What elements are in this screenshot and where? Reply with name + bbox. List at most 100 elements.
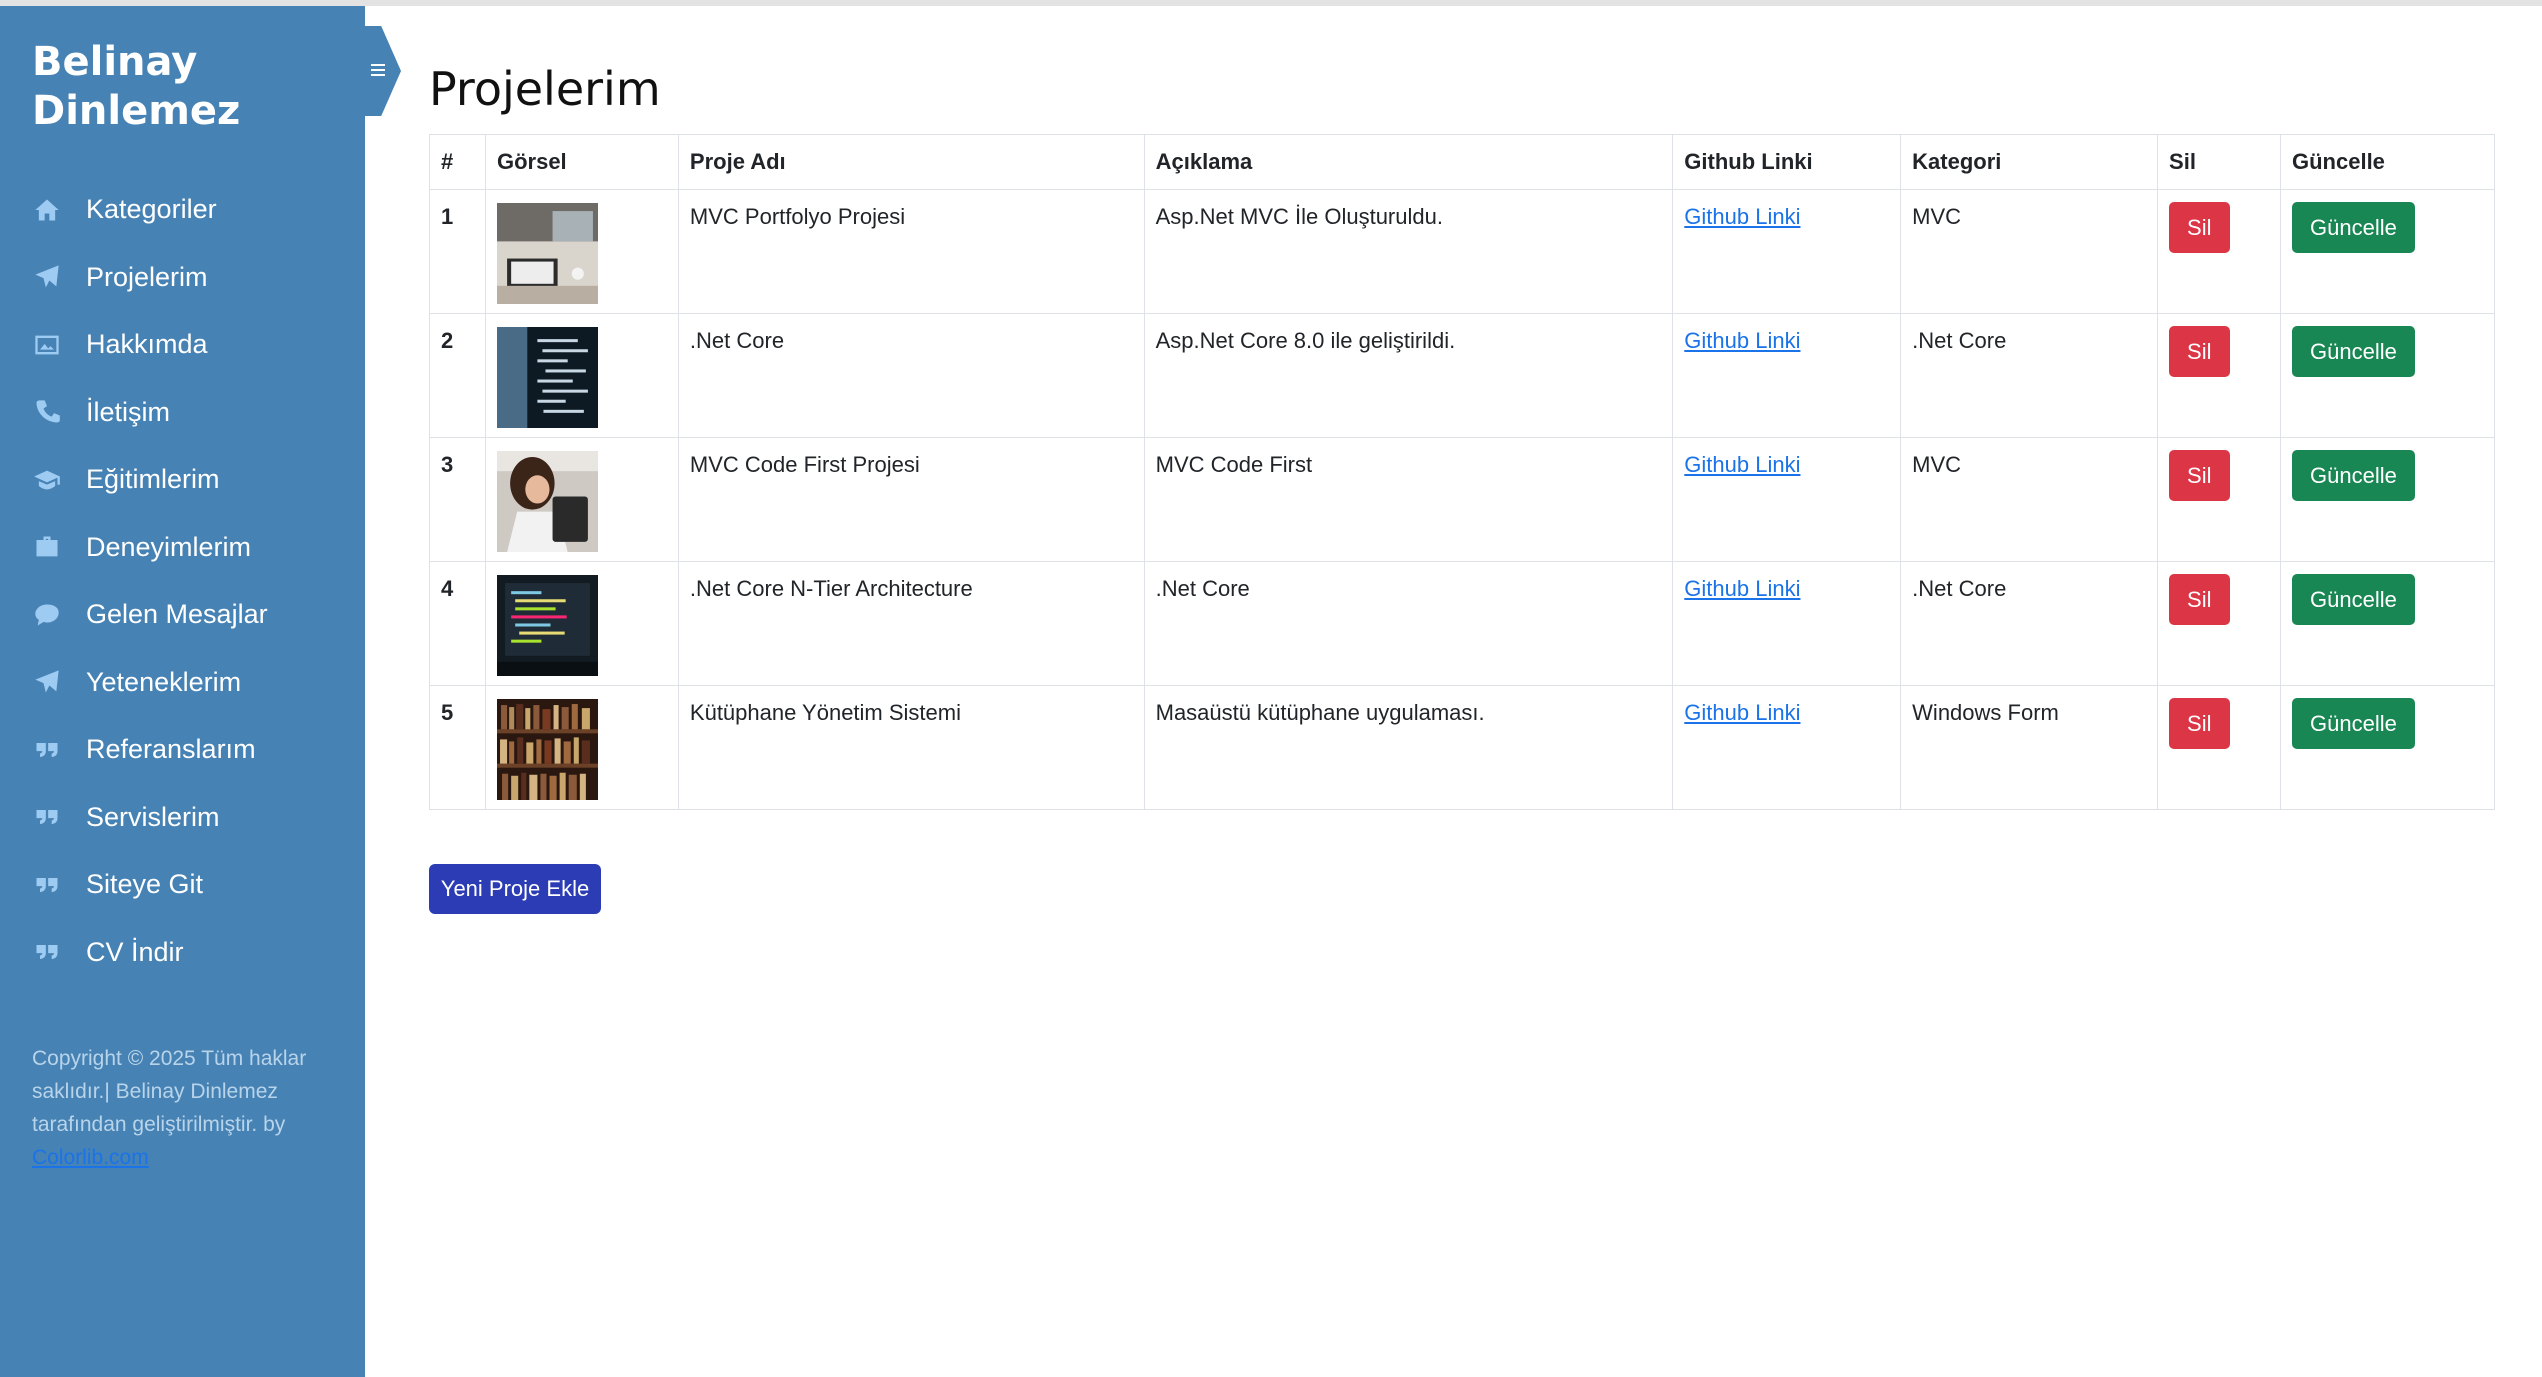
sidebar-item-gelen-mesajlar[interactable]: Gelen Mesajlar [0, 581, 365, 649]
sidebar-item-kategoriler[interactable]: Kategoriler [0, 176, 365, 244]
table-row: 3 MVC Code First Projesi MVC Code First … [429, 437, 2495, 562]
row-number: 1 [429, 189, 486, 314]
top-border [0, 0, 2542, 6]
col-header-update: Güncelle [2280, 134, 2495, 190]
brand-title[interactable]: Belinay Dinlemez [32, 38, 332, 136]
sidebar-item-label: Referanslarım [86, 734, 256, 765]
delete-button[interactable]: Sil [2169, 326, 2230, 377]
col-header-category: Kategori [1900, 134, 2159, 190]
page-title: Projelerim [429, 62, 661, 116]
phone-icon [32, 397, 62, 427]
row-image-cell [484, 313, 679, 438]
sidebar-item-label: Kategoriler [86, 194, 217, 225]
project-name: .Net Core [677, 313, 1145, 438]
project-category: MVC [1900, 189, 2159, 314]
update-button[interactable]: Güncelle [2292, 574, 2415, 625]
quote-icon [32, 870, 62, 900]
project-description: Asp.Net MVC İle Oluşturuldu. [1143, 189, 1674, 314]
table-header-row: # Görsel Proje Adı Açıklama Github Linki… [429, 134, 2495, 190]
sidebar-item-label: Deneyimlerim [86, 531, 252, 562]
sidebar-item-siteye-git[interactable]: Siteye Git [0, 851, 365, 919]
table-row: 4 .Net Core N-Tier Architecture .Net Cor… [429, 561, 2495, 686]
sidebar-item-label: Siteye Git [86, 869, 204, 900]
menu-icon [371, 64, 385, 76]
row-number: 5 [429, 685, 486, 810]
sidebar-item-label: Servislerim [86, 801, 220, 832]
col-header-delete: Sil [2157, 134, 2281, 190]
github-link[interactable]: Github Linki [1684, 700, 1800, 725]
add-project-button[interactable]: Yeni Proje Ekle [429, 864, 601, 914]
update-button[interactable]: Güncelle [2292, 450, 2415, 501]
quote-icon [32, 802, 62, 832]
row-image-cell [484, 437, 679, 562]
quote-icon [32, 937, 62, 967]
desk-laptop-photo [496, 203, 598, 304]
github-link[interactable]: Github Linki [1684, 204, 1800, 229]
sidebar: Belinay Dinlemez Kategoriler Projelerim … [0, 6, 365, 1377]
sidebar-item-label: Projelerim [86, 261, 208, 292]
update-button[interactable]: Güncelle [2292, 698, 2415, 749]
github-link[interactable]: Github Linki [1684, 452, 1800, 477]
colorlib-link[interactable]: Colorlib.com [32, 1146, 149, 1169]
image-icon [32, 330, 62, 360]
sidebar-item-label: Hakkımda [86, 329, 208, 360]
sidebar-item-cv-indir[interactable]: CV İndir [0, 919, 365, 987]
sidebar-item-referanslarim[interactable]: Referanslarım [0, 716, 365, 784]
sidebar-item-egitimlerim[interactable]: Eğitimlerim [0, 446, 365, 514]
github-link[interactable]: Github Linki [1684, 576, 1800, 601]
github-link[interactable]: Github Linki [1684, 328, 1800, 353]
row-number: 4 [429, 561, 486, 686]
update-button[interactable]: Güncelle [2292, 202, 2415, 253]
sidebar-toggle[interactable] [365, 26, 401, 116]
update-button[interactable]: Güncelle [2292, 326, 2415, 377]
delete-button[interactable]: Sil [2169, 698, 2230, 749]
sidebar-item-label: Gelen Mesajlar [86, 599, 268, 630]
chat-bubble-icon [32, 600, 62, 630]
row-number: 3 [429, 437, 486, 562]
project-description: .Net Core [1143, 561, 1674, 686]
sidebar-footer: Copyright © 2025 Tüm haklar saklıdır.| B… [32, 1042, 332, 1174]
project-description: Masaüstü kütüphane uygulaması. [1143, 685, 1674, 810]
sidebar-item-yeteneklerim[interactable]: Yeteneklerim [0, 649, 365, 717]
woman-laptop-photo [496, 451, 598, 552]
project-description: Asp.Net Core 8.0 ile geliştirildi. [1143, 313, 1674, 438]
col-header-image: Görsel [484, 134, 679, 190]
sidebar-item-deneyimlerim[interactable]: Deneyimlerim [0, 514, 365, 582]
project-name: Kütüphane Yönetim Sistemi [677, 685, 1145, 810]
col-header-name: Proje Adı [677, 134, 1145, 190]
delete-button[interactable]: Sil [2169, 202, 2230, 253]
table-row: 1 MVC Portfolyo Projesi Asp.Net MVC İle … [429, 189, 2495, 314]
bookshelf-photo [496, 699, 598, 800]
sidebar-item-iletisim[interactable]: İletişim [0, 379, 365, 447]
project-name: MVC Portfolyo Projesi [677, 189, 1145, 314]
delete-button[interactable]: Sil [2169, 574, 2230, 625]
row-image-cell [484, 685, 679, 810]
col-header-number: # [429, 134, 486, 190]
quote-icon [32, 735, 62, 765]
sidebar-nav: Kategoriler Projelerim Hakkımda İletişim… [0, 176, 365, 986]
table-row: 2 .Net Core Asp.Net Core 8.0 ile gelişti… [429, 313, 2495, 438]
row-image-cell [484, 189, 679, 314]
delete-button[interactable]: Sil [2169, 450, 2230, 501]
copyright-text: Copyright © 2025 Tüm haklar saklıdır.| B… [32, 1047, 307, 1136]
sidebar-item-label: Yeteneklerim [86, 666, 242, 697]
briefcase-icon [32, 532, 62, 562]
home-icon [32, 195, 62, 225]
row-image-cell [484, 561, 679, 686]
paper-plane-icon [32, 262, 62, 292]
project-category: .Net Core [1900, 313, 2159, 438]
sidebar-item-servislerim[interactable]: Servislerim [0, 784, 365, 852]
code-monitor-photo [496, 575, 598, 676]
sidebar-item-label: İletişim [86, 396, 171, 427]
project-category: MVC [1900, 437, 2159, 562]
col-header-github: Github Linki [1672, 134, 1902, 190]
col-header-description: Açıklama [1143, 134, 1674, 190]
table-row: 5 Kütüphane Yönetim Sistemi Masaüstü küt… [429, 685, 2495, 810]
project-category: Windows Form [1900, 685, 2159, 810]
paper-plane-icon [32, 667, 62, 697]
project-category: .Net Core [1900, 561, 2159, 686]
sidebar-item-projelerim[interactable]: Projelerim [0, 244, 365, 312]
sidebar-item-hakkimda[interactable]: Hakkımda [0, 311, 365, 379]
project-name: MVC Code First Projesi [677, 437, 1145, 562]
sidebar-item-label: CV İndir [86, 936, 184, 967]
